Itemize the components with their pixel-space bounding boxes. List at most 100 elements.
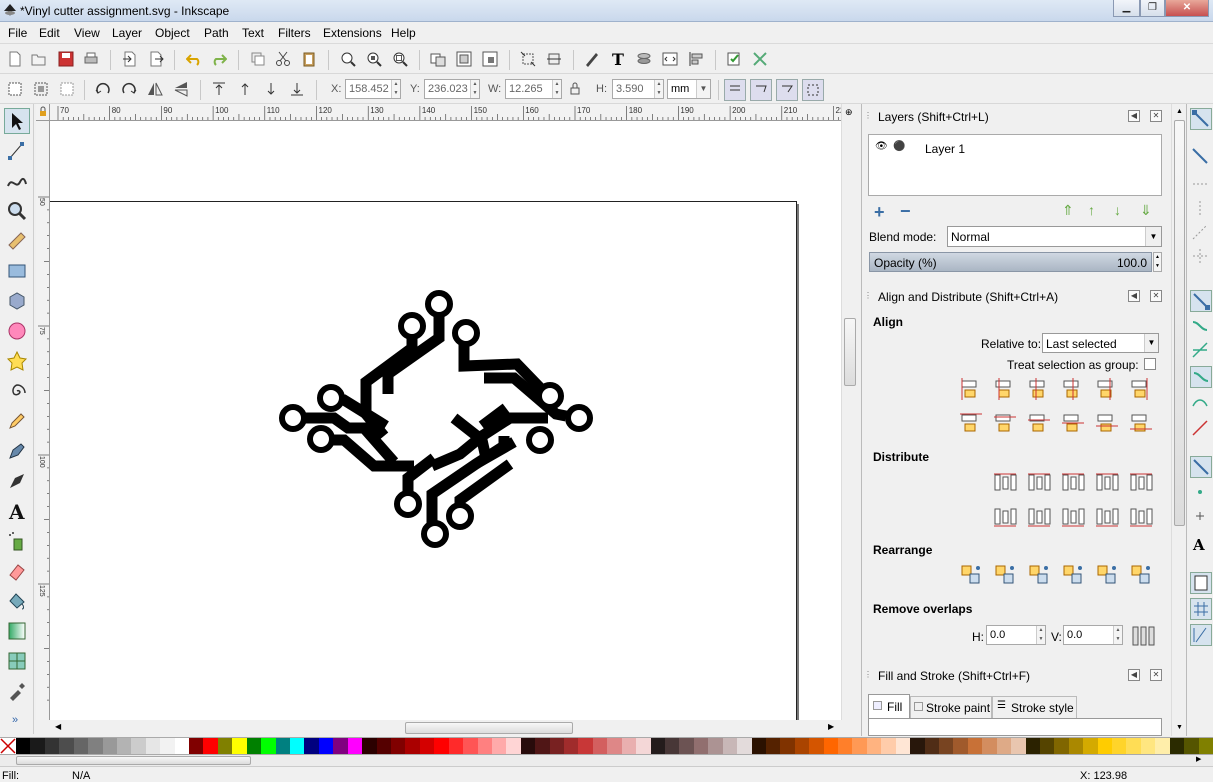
color-swatch[interactable] — [491, 738, 507, 754]
color-swatch[interactable] — [102, 738, 117, 754]
overlap-v-field[interactable]: 0.0 ▲ ▼ — [1063, 625, 1123, 645]
drawing-canvas[interactable] — [50, 121, 841, 720]
selector-tool-icon[interactable] — [4, 108, 30, 134]
color-swatch[interactable] — [996, 738, 1012, 754]
align-right-edges-icon[interactable] — [1060, 376, 1086, 402]
color-swatch[interactable] — [217, 738, 233, 754]
color-swatch[interactable] — [145, 738, 161, 754]
color-swatch[interactable] — [1097, 738, 1113, 754]
circuit-logo-artwork[interactable] — [274, 286, 600, 552]
color-swatch[interactable] — [621, 738, 637, 754]
layer-raise-icon[interactable]: ↑ — [1088, 202, 1095, 218]
iconify-icon[interactable]: ◀ — [1128, 290, 1140, 302]
3d-box-tool-icon[interactable] — [4, 288, 30, 314]
star-tool-icon[interactable] — [4, 348, 30, 374]
pencil-tool-icon[interactable] — [4, 408, 30, 434]
color-swatch[interactable] — [765, 738, 781, 754]
color-swatch[interactable] — [448, 738, 464, 754]
color-swatch[interactable] — [1184, 738, 1199, 754]
tab-stroke-paint[interactable]: Stroke paint — [910, 696, 992, 718]
add-layer-icon[interactable]: + — [874, 202, 885, 223]
menu-help[interactable]: Help — [391, 26, 416, 40]
status-scrollstrip[interactable]: ▶ — [0, 755, 1213, 767]
color-swatch[interactable] — [261, 738, 276, 754]
distribute-centers-h-icon[interactable] — [1026, 470, 1052, 496]
color-swatch[interactable] — [419, 738, 435, 754]
transform-patterns-icon[interactable] — [802, 79, 824, 101]
color-swatch[interactable] — [203, 738, 218, 754]
randomize-positions-icon[interactable] — [1094, 562, 1120, 588]
align-distribute-icon[interactable] — [687, 50, 705, 68]
tab-stroke-style[interactable]: ☰ Stroke style — [992, 696, 1077, 718]
color-swatch[interactable] — [160, 738, 175, 754]
distribute-left-icon[interactable] — [992, 470, 1018, 496]
preferences-icon[interactable] — [725, 50, 743, 68]
snap-others-icon[interactable] — [1190, 456, 1212, 478]
color-swatch[interactable] — [1169, 738, 1185, 754]
minimize-button[interactable]: ▁ — [1113, 0, 1140, 17]
duplicate-icon[interactable] — [249, 50, 267, 68]
color-swatch[interactable] — [463, 738, 478, 754]
iconify-icon[interactable]: ◀ — [1128, 669, 1140, 681]
more-tools-icon[interactable]: » — [12, 714, 18, 726]
treat-as-group-checkbox[interactable] — [1144, 358, 1156, 370]
opacity-stepper-icon[interactable]: ▲ ▼ — [1153, 252, 1162, 272]
rotate-cw-icon[interactable] — [120, 80, 138, 98]
color-swatch[interactable] — [333, 738, 348, 754]
h-stepper-icon[interactable]: ▲ ▼ — [654, 80, 663, 98]
rotate-ccw-icon[interactable] — [94, 80, 112, 98]
color-swatch[interactable] — [866, 738, 882, 754]
w-field[interactable]: 12.265 ▲ ▼ — [505, 79, 562, 99]
iconify-icon[interactable]: ◀ — [1128, 110, 1140, 122]
color-swatch[interactable] — [794, 738, 810, 754]
color-swatch[interactable] — [477, 738, 492, 754]
vertical-ruler[interactable]: 50 75 100 125 — [36, 121, 50, 720]
snap-smooth-icon[interactable] — [1190, 392, 1212, 414]
color-swatch[interactable] — [1126, 738, 1141, 754]
maximize-button[interactable]: ❐ — [1140, 0, 1165, 17]
fill-stroke-panel-header[interactable]: ⋮ Fill and Stroke (Shift+Ctrl+F) ◀ ✕ — [862, 666, 1170, 686]
mesh-tool-icon[interactable] — [4, 648, 30, 674]
close-panel-icon[interactable]: ✕ — [1150, 290, 1162, 302]
remove-layer-icon[interactable]: − — [900, 201, 911, 222]
clone-icon[interactable] — [481, 50, 499, 68]
align-panel-header[interactable]: ⋮ Align and Distribute (Shift+Ctrl+A) ◀ … — [862, 287, 1170, 307]
layer-row[interactable]: 👁 ⚫ Layer 1 — [869, 137, 1161, 159]
y-field[interactable]: 236.023 ▲ ▼ — [424, 79, 480, 99]
unit-dropdown-icon[interactable]: ▼ — [696, 80, 710, 98]
vertical-scroll-thumb[interactable] — [844, 318, 856, 386]
lower-icon[interactable] — [262, 80, 280, 98]
exchange-clockwise-icon[interactable] — [1060, 562, 1086, 588]
horizontal-scrollbar[interactable]: ◀ ▶ — [50, 720, 858, 736]
color-swatch[interactable] — [823, 738, 839, 754]
distribute-baselines-v-icon[interactable] — [1128, 504, 1154, 530]
align-icon[interactable] — [545, 50, 563, 68]
visibility-eye-icon[interactable]: 👁 — [875, 141, 888, 152]
close-panel-icon[interactable]: ✕ — [1150, 669, 1162, 681]
scroll-down-icon[interactable]: ▼ — [1176, 724, 1183, 731]
calligraphy-tool-icon[interactable] — [4, 468, 30, 494]
color-swatch[interactable] — [881, 738, 896, 754]
color-swatch[interactable] — [59, 738, 74, 754]
lock-ratio-icon[interactable] — [566, 80, 584, 98]
color-swatch[interactable] — [506, 738, 521, 754]
color-swatch[interactable] — [347, 738, 363, 754]
unclump-icon[interactable] — [1128, 562, 1154, 588]
layers-icon[interactable] — [635, 50, 653, 68]
color-swatch[interactable] — [16, 738, 31, 754]
color-swatch[interactable] — [592, 738, 608, 754]
snap-bbox-edge-icon[interactable] — [1190, 174, 1212, 196]
color-swatch[interactable] — [131, 738, 146, 754]
snap-page-border-icon[interactable] — [1190, 572, 1212, 594]
color-swatch[interactable] — [607, 738, 622, 754]
dock-scroll-thumb[interactable] — [1174, 120, 1185, 526]
layer-lower-icon[interactable]: ↓ — [1114, 202, 1121, 218]
layer-to-top-icon[interactable]: ⇑ — [1062, 202, 1074, 219]
color-swatch[interactable] — [275, 738, 291, 754]
color-swatch[interactable] — [1140, 738, 1156, 754]
center-vertical-axis-icon[interactable] — [1026, 376, 1052, 402]
exchange-positions-icon[interactable] — [992, 562, 1018, 588]
flip-vertical-icon[interactable] — [172, 80, 190, 98]
color-swatch[interactable] — [1112, 738, 1127, 754]
color-swatch[interactable] — [232, 738, 247, 754]
